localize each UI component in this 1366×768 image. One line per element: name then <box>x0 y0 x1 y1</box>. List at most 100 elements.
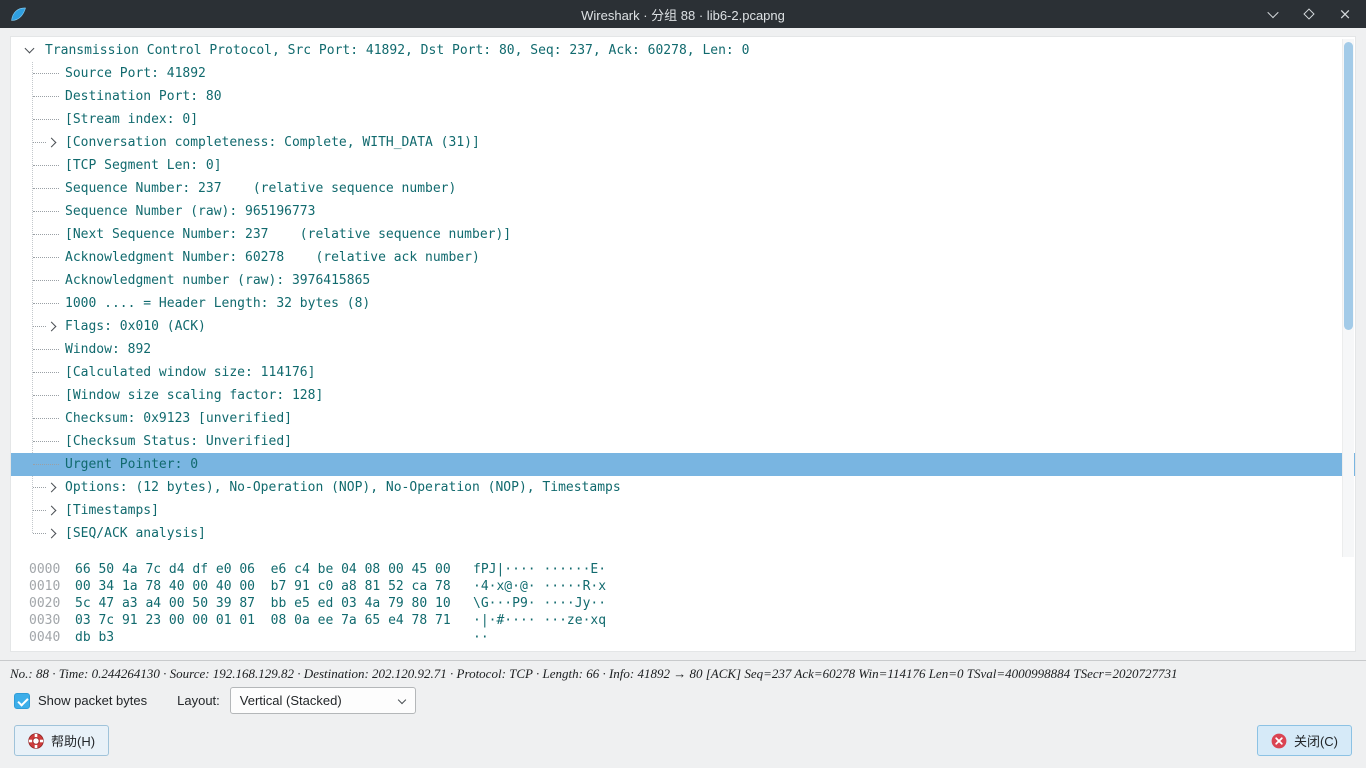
tree-row-label: Acknowledgment number (raw): 3976415865 <box>65 273 370 288</box>
tree-branch-line <box>33 395 59 396</box>
close-button[interactable]: 关闭(C) <box>1257 725 1352 756</box>
expander-collapsed-icon[interactable] <box>47 506 57 516</box>
tree-row-label: [Window size scaling factor: 128] <box>65 388 323 403</box>
maximize-icon[interactable] <box>1302 7 1316 21</box>
tree-row-label: [Stream index: 0] <box>65 112 198 127</box>
chevron-down-icon <box>398 696 406 704</box>
tree-branch-line <box>33 372 59 373</box>
tree-row[interactable]: Source Port: 41892 <box>11 62 1355 85</box>
tree-branch-line <box>33 326 46 327</box>
layout-label: Layout: <box>177 693 220 708</box>
hex-bytes: 03 7c 91 23 00 00 01 01 08 0a ee 7a 65 e… <box>75 612 473 629</box>
tree-branch-line <box>33 234 59 235</box>
show-packet-bytes-label[interactable]: Show packet bytes <box>38 693 147 708</box>
tree-row-label: Options: (12 bytes), No-Operation (NOP),… <box>65 480 621 495</box>
tree-branch-line <box>33 188 59 189</box>
hex-offset: 0020 <box>29 595 75 612</box>
hex-ascii: fPJ|···· ······E· <box>473 561 606 578</box>
hex-row[interactable]: 001000 34 1a 78 40 00 40 00 b7 91 c0 a8 … <box>29 578 1355 595</box>
packet-dialog-body: Transmission Control Protocol, Src Port:… <box>10 36 1356 652</box>
tree-row-label: [Conversation completeness: Complete, WI… <box>65 135 480 150</box>
hex-row[interactable]: 000066 50 4a 7c d4 df e0 06 e6 c4 be 04 … <box>29 561 1355 578</box>
tree-row-label: [SEQ/ACK analysis] <box>65 526 206 541</box>
tree-row[interactable]: Urgent Pointer: 0 <box>11 453 1355 476</box>
tree-row[interactable]: [Next Sequence Number: 237 (relative seq… <box>11 223 1355 246</box>
tree-row-label: [Checksum Status: Unverified] <box>65 434 292 449</box>
expander-collapsed-icon[interactable] <box>47 483 57 493</box>
tree-row[interactable]: Transmission Control Protocol, Src Port:… <box>11 39 1355 62</box>
wireshark-app-icon <box>10 6 27 23</box>
scrollbar-thumb[interactable] <box>1344 42 1353 330</box>
minimize-icon[interactable] <box>1266 7 1280 21</box>
hex-bytes: 5c 47 a3 a4 00 50 39 87 bb e5 ed 03 4a 7… <box>75 595 473 612</box>
tree-branch-line <box>33 487 46 488</box>
expander-collapsed-icon[interactable] <box>47 322 57 332</box>
tree-row-label: [Calculated window size: 114176] <box>65 365 315 380</box>
tree-row[interactable]: Options: (12 bytes), No-Operation (NOP),… <box>11 476 1355 499</box>
hex-offset: 0010 <box>29 578 75 595</box>
tree-row[interactable]: Sequence Number: 237 (relative sequence … <box>11 177 1355 200</box>
window-controls: × <box>1266 7 1352 21</box>
tree-row-label: Flags: 0x010 (ACK) <box>65 319 206 334</box>
hex-offset: 0040 <box>29 629 75 646</box>
tree-branch-line <box>33 280 59 281</box>
tree-row[interactable]: Flags: 0x010 (ACK) <box>11 315 1355 338</box>
tree-branch-line <box>33 119 59 120</box>
hex-ascii: \G···P9· ····Jy·· <box>473 595 606 612</box>
tree-row[interactable]: Window: 892 <box>11 338 1355 361</box>
tree-branch-line <box>33 349 59 350</box>
tree-row[interactable]: [Stream index: 0] <box>11 108 1355 131</box>
tree-row-label: [Next Sequence Number: 237 (relative seq… <box>65 227 511 242</box>
close-button-label: 关闭(C) <box>1294 731 1338 750</box>
tree-row-label: Acknowledgment Number: 60278 (relative a… <box>65 250 480 265</box>
tree-row-label: Urgent Pointer: 0 <box>65 457 198 472</box>
tree-row[interactable]: [TCP Segment Len: 0] <box>11 154 1355 177</box>
hex-row[interactable]: 003003 7c 91 23 00 00 01 01 08 0a ee 7a … <box>29 612 1355 629</box>
tree-row[interactable]: [Window size scaling factor: 128] <box>11 384 1355 407</box>
hex-row[interactable]: 00205c 47 a3 a4 00 50 39 87 bb e5 ed 03 … <box>29 595 1355 612</box>
layout-select[interactable]: Vertical (Stacked) <box>230 687 416 714</box>
tree-row[interactable]: Sequence Number (raw): 965196773 <box>11 200 1355 223</box>
hex-row[interactable]: 0040db b3·· <box>29 629 1355 646</box>
titlebar: Wireshark · 分组 88 · lib6-2.pcapng × <box>0 0 1366 28</box>
hex-ascii: ·|·#···· ···ze·xq <box>473 612 606 629</box>
tree-row[interactable]: Acknowledgment number (raw): 3976415865 <box>11 269 1355 292</box>
hex-bytes: 00 34 1a 78 40 00 40 00 b7 91 c0 a8 81 5… <box>75 578 473 595</box>
tree-row[interactable]: [Checksum Status: Unverified] <box>11 430 1355 453</box>
tree-row[interactable]: 1000 .... = Header Length: 32 bytes (8) <box>11 292 1355 315</box>
close-window-icon[interactable]: × <box>1338 7 1352 21</box>
tree-branch-line <box>33 257 59 258</box>
window-title: Wireshark · 分组 88 · lib6-2.pcapng <box>0 5 1366 24</box>
tree-row[interactable]: [Timestamps] <box>11 499 1355 522</box>
expander-expanded-icon[interactable] <box>25 44 35 54</box>
tree-row[interactable]: [Conversation completeness: Complete, WI… <box>11 131 1355 154</box>
tree-row[interactable]: [Calculated window size: 114176] <box>11 361 1355 384</box>
hex-ascii: ·· <box>473 629 489 646</box>
expander-collapsed-icon[interactable] <box>47 138 57 148</box>
packet-summary-line: No.: 88 · Time: 0.244264130 · Source: 19… <box>0 660 1366 682</box>
expander-collapsed-icon[interactable] <box>47 529 57 539</box>
tree-row[interactable]: Checksum: 0x9123 [unverified] <box>11 407 1355 430</box>
tree-row-label: Window: 892 <box>65 342 151 357</box>
tree-branch-line <box>33 418 59 419</box>
packet-bytes-pane: 000066 50 4a 7c d4 df e0 06 e6 c4 be 04 … <box>11 547 1355 646</box>
tree-row-label: Sequence Number (raw): 965196773 <box>65 204 315 219</box>
tree-row-label: Transmission Control Protocol, Src Port:… <box>45 43 749 58</box>
tree-branch-line <box>33 211 59 212</box>
tree-branch-line <box>33 303 59 304</box>
tree-row[interactable]: Destination Port: 80 <box>11 85 1355 108</box>
tree-branch-line <box>33 165 59 166</box>
tree-row[interactable]: [SEQ/ACK analysis] <box>11 522 1355 545</box>
hex-ascii: ·4·x@·@· ·····R·x <box>473 578 606 595</box>
show-packet-bytes-checkbox[interactable] <box>14 693 30 709</box>
hex-bytes: db b3 <box>75 629 473 646</box>
vertical-scrollbar[interactable] <box>1342 39 1354 557</box>
tree-row-label: Sequence Number: 237 (relative sequence … <box>65 181 456 196</box>
hex-offset: 0030 <box>29 612 75 629</box>
tree-row-label: Destination Port: 80 <box>65 89 222 104</box>
tree-row[interactable]: Acknowledgment Number: 60278 (relative a… <box>11 246 1355 269</box>
close-x-icon <box>1271 733 1287 749</box>
hex-offset: 0000 <box>29 561 75 578</box>
tree-row-label: 1000 .... = Header Length: 32 bytes (8) <box>65 296 370 311</box>
help-button[interactable]: 帮助(H) <box>14 725 109 756</box>
